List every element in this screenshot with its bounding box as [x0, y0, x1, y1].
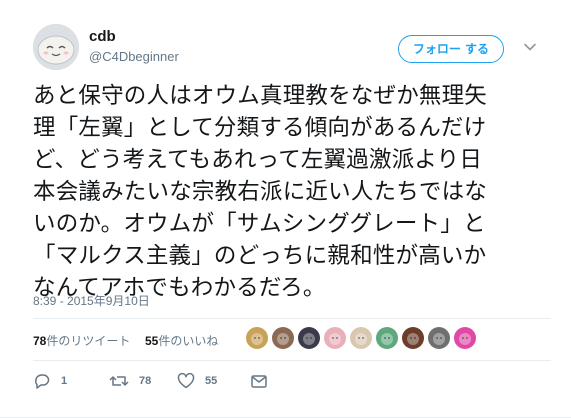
retweet-button[interactable]: 78 [109, 372, 151, 390]
tweet-actions: 1 78 55 [33, 372, 551, 390]
green-initial-avatar[interactable] [376, 327, 398, 349]
likes-stat[interactable]: 55件のいいね [145, 332, 218, 349]
divider [33, 318, 551, 319]
retweets-stat[interactable]: 78件のリツイート [33, 332, 130, 349]
girl-anime-avatar[interactable] [324, 327, 346, 349]
pixel-art-avatar[interactable] [246, 327, 268, 349]
tweet-stats: 78件のリツイート 55件のいいね [33, 322, 551, 356]
retweet-icon [109, 376, 129, 386]
divider [33, 360, 551, 361]
reply-button[interactable]: 1 [33, 372, 67, 390]
chevron-down-icon[interactable] [523, 40, 537, 54]
username[interactable]: @C4Dbeginner [89, 48, 179, 66]
person-photo-avatar[interactable] [272, 327, 294, 349]
reply-count: 1 [61, 375, 68, 387]
envelope-icon [251, 375, 267, 388]
like-button[interactable]: 55 [177, 372, 217, 390]
witch-avatar[interactable] [402, 327, 424, 349]
likes-label: 件のいいね [158, 334, 219, 348]
heart-icon [177, 372, 195, 389]
smiling-face-icon [33, 24, 79, 70]
dark-character-avatar[interactable] [298, 327, 320, 349]
follow-button[interactable]: フォロー する [397, 35, 504, 63]
glasses-character-avatar[interactable] [350, 327, 372, 349]
user-avatar[interactable] [33, 24, 79, 70]
tweet-card: cdb @C4Dbeginner フォロー する あと保守の人はオウム真理教をな… [0, 0, 571, 418]
tweet-header: cdb @C4Dbeginner フォロー する [33, 24, 551, 74]
retweet-count: 78 [139, 375, 152, 387]
display-name[interactable]: cdb [89, 28, 179, 46]
likes-count: 55 [145, 334, 159, 348]
direct-message-button[interactable] [250, 372, 268, 390]
user-info: cdb @C4Dbeginner [89, 28, 179, 66]
tweet-timestamp[interactable]: 8:39 - 2015年9月10日 [33, 292, 150, 309]
retweets-count: 78 [33, 334, 47, 348]
retweets-label: 件のリツイート [46, 334, 131, 348]
pink-blob-avatar[interactable] [454, 327, 476, 349]
tweet-text: あと保守の人はオウム真理教をなぜか無理矢 理「左翼」として分類する傾向があるんだ… [33, 83, 488, 301]
like-count: 55 [205, 375, 218, 387]
gray-figure-avatar[interactable] [428, 327, 450, 349]
reply-icon [35, 374, 50, 389]
